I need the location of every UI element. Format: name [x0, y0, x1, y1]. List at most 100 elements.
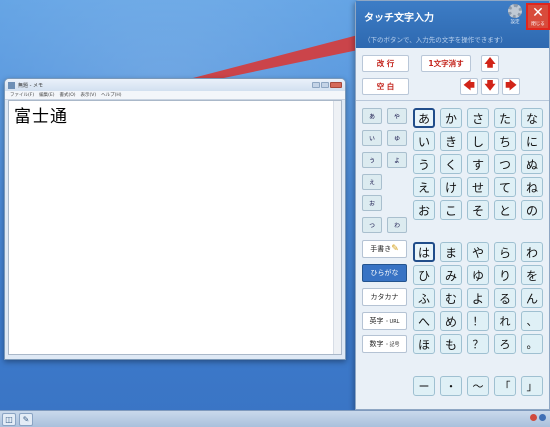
taskbar-app-button[interactable]: ◫: [2, 413, 16, 426]
kana-key[interactable]: え: [413, 177, 435, 197]
kana-key[interactable]: ゆ: [467, 265, 489, 285]
symbol-key[interactable]: ～: [467, 376, 489, 396]
kana-key[interactable]: ち: [494, 131, 516, 151]
kana-key[interactable]: ろ: [494, 334, 516, 354]
pen-icon: ✎: [391, 244, 399, 254]
kana-key[interactable]: け: [440, 177, 462, 197]
app-icon: ◫: [5, 415, 13, 424]
key-small-yu[interactable]: ゅ: [387, 130, 407, 146]
kana-key[interactable]: う: [413, 154, 435, 174]
kana-key[interactable]: わ: [521, 242, 543, 262]
kana-key[interactable]: つ: [494, 154, 516, 174]
delete-char-button[interactable]: 1文字消す: [421, 55, 471, 72]
kana-key[interactable]: に: [521, 131, 543, 151]
kana-key[interactable]: ！: [467, 311, 489, 331]
kana-key[interactable]: る: [494, 288, 516, 308]
notepad-window[interactable]: 無題 - メモ ファイル(F) 編集(E) 書式(O) 表示(V) ヘルプ(H)…: [4, 78, 346, 360]
arrow-down-button[interactable]: 🡇: [481, 78, 499, 95]
kana-key[interactable]: か: [440, 108, 462, 128]
kana-key[interactable]: あ: [413, 108, 435, 128]
key-small-u[interactable]: ぅ: [362, 152, 382, 168]
kana-key[interactable]: り: [494, 265, 516, 285]
key-small-e[interactable]: ぇ: [362, 174, 382, 190]
kana-key[interactable]: す: [467, 154, 489, 174]
key-small-o[interactable]: ぉ: [362, 195, 382, 211]
kana-key[interactable]: よ: [467, 288, 489, 308]
space-button[interactable]: 空 白: [362, 78, 409, 95]
kana-key[interactable]: や: [467, 242, 489, 262]
kana-key[interactable]: な: [521, 108, 543, 128]
kana-key[interactable]: し: [467, 131, 489, 151]
kana-key[interactable]: 、: [521, 311, 543, 331]
key-small-a[interactable]: ぁ: [362, 108, 382, 124]
notepad-close-button[interactable]: [330, 82, 342, 88]
notepad-titlebar[interactable]: 無題 - メモ: [5, 79, 345, 91]
notepad-text-area[interactable]: 富士通: [8, 100, 342, 355]
panel-close-button[interactable]: ✕ 閉じる: [526, 3, 550, 30]
symbol-key[interactable]: ー: [413, 376, 435, 396]
kana-key[interactable]: を: [521, 265, 543, 285]
handwriting-mode-button[interactable]: 手書き ✎: [362, 240, 407, 258]
key-small-wa[interactable]: ゎ: [387, 217, 407, 233]
kana-key[interactable]: た: [494, 108, 516, 128]
symbol-key[interactable]: ・: [440, 376, 462, 396]
alpha-label: 英字: [369, 317, 384, 325]
system-tray: [530, 414, 546, 421]
kana-key[interactable]: ま: [440, 242, 462, 262]
kana-key[interactable]: さ: [467, 108, 489, 128]
kana-key[interactable]: 。: [521, 334, 543, 354]
menu-view[interactable]: 表示(V): [81, 92, 97, 98]
number-mode-button[interactable]: 数字 ・記号: [362, 335, 407, 353]
kana-key[interactable]: そ: [467, 200, 489, 220]
menu-file[interactable]: ファイル(F): [10, 92, 34, 98]
minimize-button[interactable]: [312, 82, 320, 88]
kana-key[interactable]: ふ: [413, 288, 435, 308]
kana-key[interactable]: ほ: [413, 334, 435, 354]
kana-key[interactable]: く: [440, 154, 462, 174]
kana-key[interactable]: も: [440, 334, 462, 354]
symbol-key[interactable]: 「: [494, 376, 516, 396]
kana-key[interactable]: お: [413, 200, 435, 220]
tray-icon-red[interactable]: [530, 414, 537, 421]
symbol-key[interactable]: 」: [521, 376, 543, 396]
kana-key[interactable]: ね: [521, 177, 543, 197]
key-small-tsu[interactable]: っ: [362, 217, 382, 233]
kana-key[interactable]: ら: [494, 242, 516, 262]
arrow-up-button[interactable]: 🡅: [481, 55, 499, 72]
menu-help[interactable]: ヘルプ(H): [101, 92, 121, 98]
maximize-button[interactable]: [321, 82, 329, 88]
line-feed-button[interactable]: 改 行: [362, 55, 409, 72]
kana-key[interactable]: へ: [413, 311, 435, 331]
key-small-i[interactable]: ぃ: [362, 130, 382, 146]
key-small-yo[interactable]: ょ: [387, 152, 407, 168]
kana-key[interactable]: れ: [494, 311, 516, 331]
kana-key[interactable]: ん: [521, 288, 543, 308]
settings-button[interactable]: 設定: [506, 4, 524, 26]
kana-key[interactable]: め: [440, 311, 462, 331]
key-small-ya[interactable]: ゃ: [387, 108, 407, 124]
arrow-left-button[interactable]: 🡄: [460, 78, 478, 95]
kana-key[interactable]: む: [440, 288, 462, 308]
katakana-mode-button[interactable]: カタカナ: [362, 288, 407, 306]
divider: [356, 100, 549, 101]
kana-key[interactable]: の: [521, 200, 543, 220]
hiragana-mode-button[interactable]: ひらがな: [362, 264, 407, 282]
kana-key[interactable]: せ: [467, 177, 489, 197]
kana-key[interactable]: き: [440, 131, 462, 151]
taskbar-notepad-button[interactable]: ✎: [19, 413, 33, 426]
kana-key[interactable]: ？: [467, 334, 489, 354]
arrow-right-button[interactable]: 🡆: [502, 78, 520, 95]
kana-key[interactable]: ぬ: [521, 154, 543, 174]
menu-edit[interactable]: 編集(E): [39, 92, 54, 98]
menu-format[interactable]: 書式(O): [59, 92, 75, 98]
kana-key[interactable]: こ: [440, 200, 462, 220]
vertical-scrollbar[interactable]: [333, 101, 341, 354]
kana-key[interactable]: て: [494, 177, 516, 197]
kana-key[interactable]: ひ: [413, 265, 435, 285]
kana-key[interactable]: い: [413, 131, 435, 151]
tray-icon-blue[interactable]: [539, 414, 546, 421]
alpha-mode-button[interactable]: 英字 ・URL: [362, 312, 407, 330]
kana-key[interactable]: は: [413, 242, 435, 262]
kana-key[interactable]: み: [440, 265, 462, 285]
kana-key[interactable]: と: [494, 200, 516, 220]
